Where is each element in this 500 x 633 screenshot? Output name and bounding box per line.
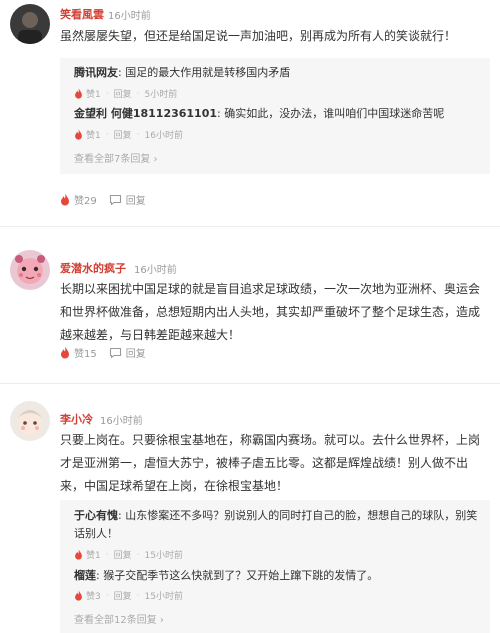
reply-time: 5小时前: [144, 90, 178, 100]
reply-button[interactable]: 回复: [109, 192, 146, 207]
meta-separator: ·: [136, 590, 140, 601]
reply-time: 15小时前: [144, 551, 183, 561]
reply-button[interactable]: 回复: [109, 345, 146, 360]
reply-time: 15小时前: [144, 592, 183, 602]
comment-actions: 赞29 回复: [60, 192, 158, 207]
reply-box: 于心有愧: 山东惨案还不多吗？别说别人的同时打自己的脸，想想自己的球队，别笑话别…: [60, 500, 490, 633]
reply-reply-link[interactable]: 回复: [114, 589, 132, 602]
like-count: 赞29: [74, 196, 97, 207]
view-all-text: 查看全部12条回复: [74, 615, 157, 626]
comment-text: 长期以来困扰中国足球的就是盲目追求足球政绩，一次一次地为亚洲杯、奥运会和世界杯做…: [60, 282, 481, 342]
view-all-replies-link[interactable]: 查看全部12条回复 ›: [74, 611, 164, 626]
flame-icon: [61, 193, 69, 206]
reply-text: 国足的最大作用就是转移国内矛盾: [125, 66, 291, 79]
reply-item: 于心有愧: 山东惨案还不多吗？别说别人的同时打自己的脸，想想自己的球队，别笑话别…: [74, 507, 479, 543]
reply-meta: 赞1 · 回复 · 15小时前: [74, 548, 183, 561]
flame-icon[interactable]: [74, 549, 83, 560]
reply-username[interactable]: 榴莲: [74, 569, 96, 582]
like-count: 赞15: [74, 349, 97, 360]
reply-username[interactable]: 腾讯网友: [74, 66, 118, 79]
reply-like-count[interactable]: 赞1: [86, 87, 101, 100]
comment-text: 虽然屡屡失望，但还是给国足说一声加油吧，别再成为所有人的笑谈就行！: [60, 29, 457, 43]
reply-item: 金望利 何健18112361101: 确实如此，没办法，谁叫咱们中国球迷命苦呢: [74, 105, 479, 123]
reply-box: 腾讯网友: 国足的最大作用就是转移国内矛盾 赞1 · 回复 · 5小时前 金望利 何健1…: [60, 58, 490, 174]
meta-separator: ·: [136, 549, 140, 560]
flame-icon: [61, 346, 69, 359]
meta-separator: ·: [105, 549, 109, 560]
comment-time: 16小时前: [134, 265, 177, 276]
reply-label: 回复: [125, 349, 146, 360]
reply-item: 榴莲: 猴子交配季节这么快就到了？又开始上蹿下跳的发情了。: [74, 567, 479, 585]
reply-text: 确实如此，没办法，谁叫咱们中国球迷命苦呢: [224, 107, 445, 120]
reply-item: 腾讯网友: 国足的最大作用就是转移国内矛盾: [74, 64, 479, 82]
meta-separator: ·: [136, 129, 140, 140]
chevron-right-icon: ›: [156, 615, 164, 626]
reply-label: 回复: [125, 196, 146, 207]
comment-bubble-icon: [109, 347, 121, 358]
flame-icon[interactable]: [74, 88, 83, 99]
comment-time: 16小时前: [100, 416, 143, 427]
reply-text: 猴子交配季节这么快就到了？又开始上蹿下跳的发情了。: [103, 569, 379, 582]
reply-meta: 赞3 · 回复 · 15小时前: [74, 589, 183, 602]
comment-time: 16小时前: [108, 11, 151, 22]
reply-username[interactable]: 金望利 何健18112361101: [74, 107, 217, 120]
reply-like-count[interactable]: 赞3: [86, 589, 101, 602]
meta-separator: ·: [136, 88, 140, 99]
like-button[interactable]: 赞29: [60, 192, 97, 207]
meta-separator: ·: [105, 129, 109, 140]
chevron-right-icon: ›: [150, 154, 158, 165]
meta-separator: ·: [105, 590, 109, 601]
comment-item: 笑看風雲 16小时前 虽然屡屡失望，但还是给国足说一声加油吧，别再成为所有人的笑…: [0, 0, 500, 218]
reply-like-count[interactable]: 赞1: [86, 548, 101, 561]
like-button[interactable]: 赞15: [60, 345, 97, 360]
comment-bubble-icon: [109, 194, 121, 205]
avatar[interactable]: [10, 4, 50, 44]
avatar[interactable]: [10, 401, 50, 441]
avatar[interactable]: [10, 250, 50, 290]
username[interactable]: 爱潜水的疯子: [60, 260, 126, 276]
comment-text: 只要上岗在。只要徐根宝基地在，称霸国内赛场。就可以。去什么世界杯，上岗才是亚洲第…: [60, 433, 481, 493]
reply-username[interactable]: 于心有愧: [74, 509, 118, 522]
reply-text: 山东惨案还不多吗？别说别人的同时打自己的脸，想想自己的球队，别笑话别人！: [74, 509, 478, 540]
reply-reply-link[interactable]: 回复: [114, 548, 132, 561]
reply-time: 16小时前: [144, 131, 183, 141]
comment-item: 爱潜水的疯子 16小时前 长期以来困扰中国足球的就是盲目追求足球政绩，一次一次地…: [0, 226, 500, 376]
comment-item: 李小冷 16小时前 只要上岗在。只要徐根宝基地在，称霸国内赛场。就可以。去什么世…: [0, 383, 500, 633]
reply-meta: 赞1 · 回复 · 5小时前: [74, 87, 177, 100]
reply-reply-link[interactable]: 回复: [114, 87, 132, 100]
meta-separator: ·: [105, 88, 109, 99]
reply-meta: 赞1 · 回复 · 16小时前: [74, 128, 183, 141]
comment-actions: 赞15 回复: [60, 345, 158, 360]
flame-icon[interactable]: [74, 129, 83, 140]
flame-icon[interactable]: [74, 590, 83, 601]
reply-like-count[interactable]: 赞1: [86, 128, 101, 141]
view-all-text: 查看全部7条回复: [74, 154, 151, 165]
reply-reply-link[interactable]: 回复: [114, 128, 132, 141]
username[interactable]: 李小冷: [60, 411, 93, 427]
username[interactable]: 笑看風雲: [60, 6, 104, 22]
view-all-replies-link[interactable]: 查看全部7条回复 ›: [74, 150, 158, 165]
